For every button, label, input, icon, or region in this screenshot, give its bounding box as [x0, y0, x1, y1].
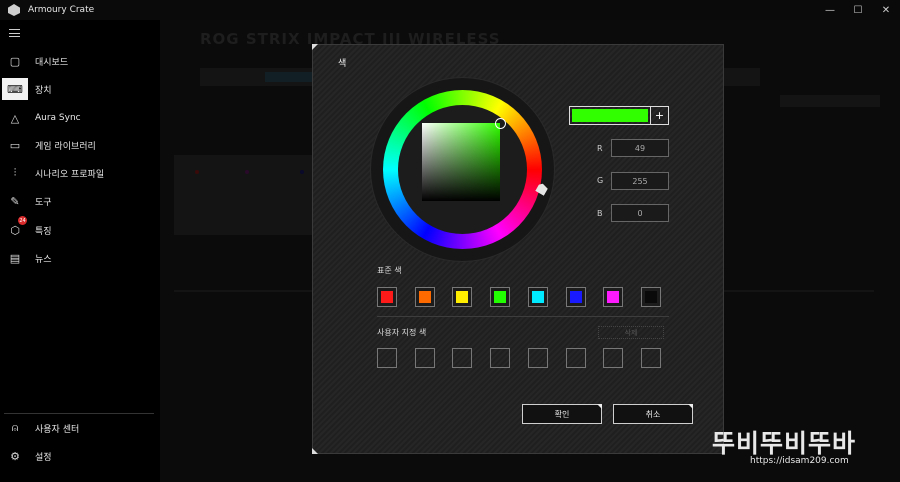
dialog-title: 색	[338, 59, 347, 69]
custom-color-slot[interactable]	[452, 348, 472, 368]
section-divider	[377, 316, 669, 317]
swatch-fill	[419, 291, 431, 303]
title-bar: Armoury Crate — ☐ ✕	[0, 0, 900, 20]
watermark: 뚜비뚜비뚜바 https://idsam209.com	[712, 424, 892, 470]
custom-color-slot[interactable]	[377, 348, 397, 368]
minimize-button[interactable]: —	[816, 0, 844, 20]
menu-icon[interactable]	[9, 29, 20, 37]
game-library-icon: ▭	[9, 138, 21, 152]
r-label: R	[597, 144, 603, 153]
saturation-value-handle[interactable]	[495, 118, 506, 129]
sidebar: ▢ 대시보드 ⌨ 장치 △ Aura Sync ▭ 게임 라이브러리 ⫶ 시나리…	[0, 20, 160, 482]
standard-color-swatch[interactable]	[377, 287, 397, 307]
color-wheel-frame	[371, 78, 554, 261]
sidebar-item-label: 사용자 센터	[35, 424, 80, 435]
sidebar-item-label: 장치	[35, 85, 52, 96]
b-input[interactable]	[611, 204, 669, 222]
sidebar-item-devices[interactable]: ⌨ 장치	[0, 76, 160, 102]
swatch-fill	[456, 291, 468, 303]
r-input[interactable]	[611, 139, 669, 157]
app-logo-icon	[8, 4, 20, 16]
standard-color-swatch[interactable]	[452, 287, 472, 307]
swatch-fill	[494, 291, 506, 303]
standard-colors-label: 표준 색	[377, 266, 402, 275]
settings-icon: ⚙	[10, 449, 20, 463]
sidebar-item-label: 게임 라이브러리	[35, 141, 96, 152]
profile-panel	[174, 155, 334, 235]
aura-sync-icon: △	[10, 111, 20, 125]
b-label: B	[597, 209, 603, 218]
custom-color-slot[interactable]	[603, 348, 623, 368]
standard-color-swatch[interactable]	[603, 287, 623, 307]
sidebar-item-label: Aura Sync	[35, 113, 81, 123]
selected-color-preview	[569, 106, 651, 125]
standard-color-swatch[interactable]	[641, 287, 661, 307]
sidebar-item-features[interactable]: ⬡ 24 특징	[0, 216, 160, 243]
swatch-fill	[570, 291, 582, 303]
custom-color-slot[interactable]	[528, 348, 548, 368]
custom-color-slot[interactable]	[566, 348, 586, 368]
sidebar-item-tools[interactable]: ✎ 도구	[0, 188, 160, 214]
sidebar-item-scenario-profile[interactable]: ⫶ 시나리오 프로파일	[0, 160, 160, 186]
cancel-button[interactable]: 취소	[613, 404, 693, 424]
swatch-fill	[532, 291, 544, 303]
sidebar-item-game-library[interactable]: ▭ 게임 라이브러리	[0, 132, 160, 158]
swatch-fill	[645, 291, 657, 303]
keyboard-icon: ⌨	[2, 78, 28, 100]
sidebar-item-news[interactable]: ▤ 뉴스	[0, 245, 160, 271]
window-controls: — ☐ ✕	[816, 0, 900, 20]
custom-color-slot[interactable]	[641, 348, 661, 368]
sidebar-item-label: 특징	[35, 226, 52, 237]
add-custom-color-button[interactable]: +	[650, 106, 669, 125]
selected-color-fill	[572, 109, 648, 122]
corner-accent	[312, 44, 318, 50]
standard-color-swatch[interactable]	[490, 287, 510, 307]
standard-color-swatch[interactable]	[528, 287, 548, 307]
sidebar-item-settings[interactable]: ⚙ 설정	[0, 443, 160, 469]
app-title: Armoury Crate	[28, 5, 95, 15]
news-icon: ▤	[9, 251, 21, 265]
watermark-url: https://idsam209.com	[750, 456, 849, 466]
custom-color-slot[interactable]	[490, 348, 510, 368]
g-label: G	[597, 176, 604, 185]
led-dot	[245, 170, 249, 174]
swatch-fill	[607, 291, 619, 303]
sidebar-item-dashboard[interactable]: ▢ 대시보드	[0, 48, 160, 74]
scenario-profile-icon: ⫶	[13, 166, 17, 179]
standard-color-swatch[interactable]	[566, 287, 586, 307]
led-dot	[195, 170, 199, 174]
ok-button[interactable]: 확인	[522, 404, 602, 424]
user-center-icon: ⍝	[11, 421, 19, 434]
sidebar-item-user-center[interactable]: ⍝ 사용자 센터	[0, 415, 160, 441]
sidebar-item-label: 뉴스	[35, 254, 52, 265]
maximize-button[interactable]: ☐	[844, 0, 872, 20]
sidebar-item-label: 설정	[35, 452, 52, 463]
g-input[interactable]	[611, 172, 669, 190]
saturation-value-square[interactable]	[422, 123, 500, 201]
standard-color-swatch[interactable]	[415, 287, 435, 307]
dashboard-icon: ▢	[9, 54, 21, 68]
led-dot	[300, 170, 304, 174]
notification-badge: 24	[18, 216, 27, 225]
dropdown	[780, 95, 880, 107]
custom-color-slot[interactable]	[415, 348, 435, 368]
sidebar-item-label: 도구	[35, 197, 52, 208]
sidebar-item-label: 시나리오 프로파일	[35, 169, 105, 180]
watermark-logo-text: 뚜비뚜비뚜바	[712, 429, 857, 458]
sidebar-item-aura-sync[interactable]: △ Aura Sync	[0, 105, 160, 131]
sidebar-divider	[4, 413, 154, 414]
corner-accent	[312, 448, 318, 454]
custom-colors-label: 사용자 지정 색	[377, 328, 427, 337]
tools-icon: ✎	[10, 194, 20, 208]
delete-custom-color-button[interactable]: 삭제	[598, 326, 664, 339]
swatch-fill	[381, 291, 393, 303]
close-button[interactable]: ✕	[872, 0, 900, 20]
sidebar-item-label: 대시보드	[35, 57, 69, 68]
color-picker-dialog: 색 + R G B 표준 색 사용자 지정 색 삭제 확인 취소	[312, 44, 724, 454]
